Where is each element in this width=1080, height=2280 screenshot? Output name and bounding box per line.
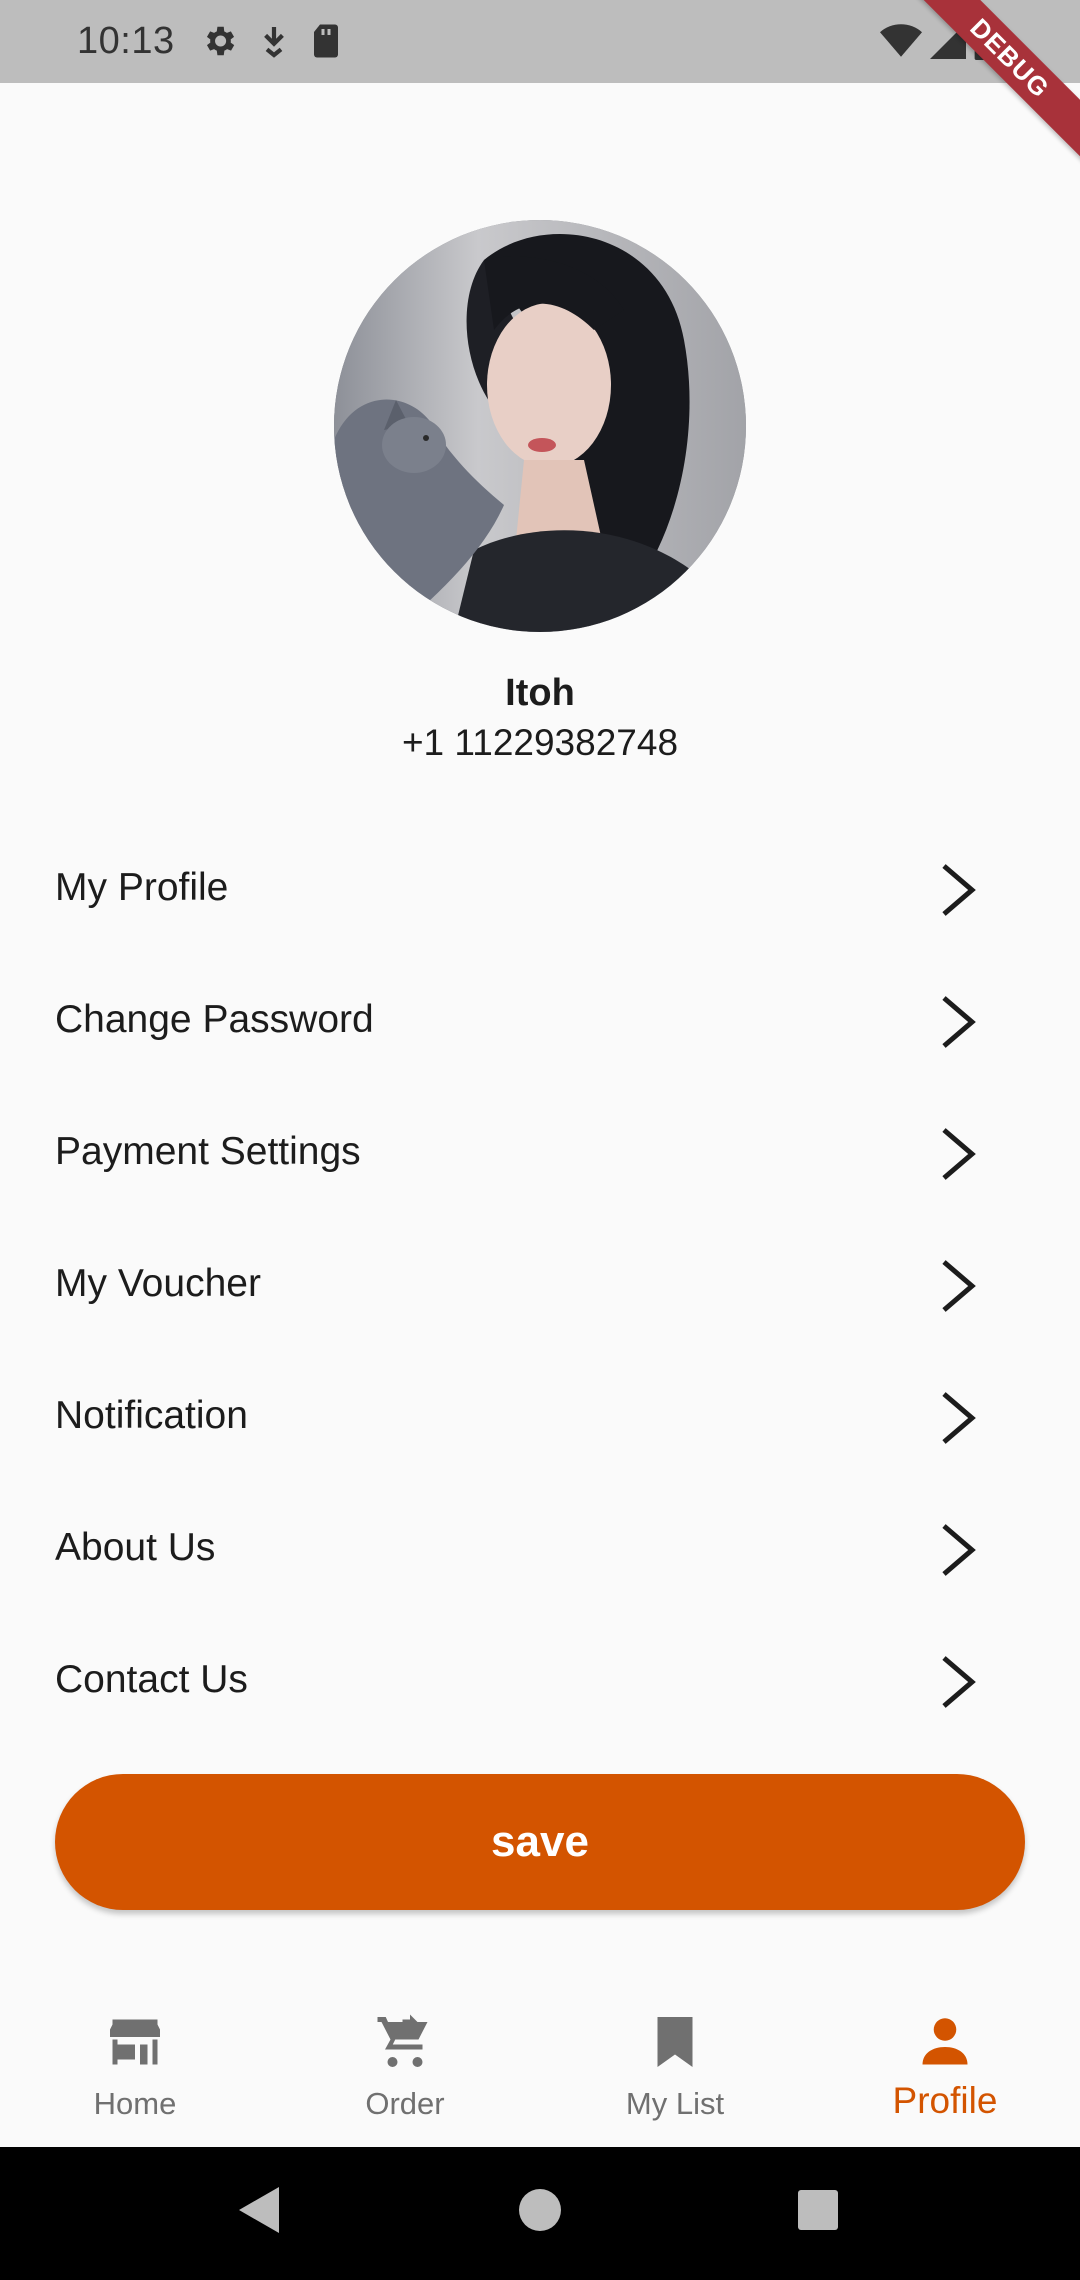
avatar-photo — [334, 220, 746, 632]
menu-item-change-password[interactable]: Change Password — [0, 954, 1080, 1086]
nav-label: Profile — [892, 2080, 998, 2121]
recents-icon[interactable] — [798, 2190, 838, 2230]
nav-label: Order — [365, 2086, 445, 2121]
status-bar: 10:13 DEBUG — [0, 0, 1080, 172]
chevron-right-icon — [942, 1260, 976, 1312]
nav-item-home[interactable]: Home — [0, 1990, 270, 2147]
menu-item-my-profile[interactable]: My Profile — [0, 822, 1080, 954]
person-icon — [922, 2018, 968, 2065]
sd-card-icon — [314, 24, 338, 58]
menu-item-payment-settings[interactable]: Payment Settings — [0, 1086, 1080, 1218]
nav-item-my-list[interactable]: My List — [540, 1990, 810, 2147]
menu-item-label: My Voucher — [55, 1262, 261, 1305]
nav-item-profile[interactable]: Profile — [810, 1990, 1080, 2147]
chevron-right-icon — [942, 996, 976, 1048]
menu-item-label: My Profile — [55, 866, 229, 909]
menu-item-my-voucher[interactable]: My Voucher — [0, 1218, 1080, 1350]
profile-screen: 10:13 DEBUG Itoh +1 11229382748 My Profi… — [0, 0, 1080, 2280]
chevron-right-icon — [942, 1128, 976, 1180]
menu-item-about-us[interactable]: About Us — [0, 1482, 1080, 1614]
wifi-icon — [880, 24, 922, 57]
bottom-nav: Home Order My List Profile — [0, 1990, 1080, 2147]
back-icon[interactable] — [235, 2185, 281, 2235]
menu-item-label: Payment Settings — [55, 1130, 361, 1173]
download-icon — [264, 27, 284, 58]
system-nav-bar — [0, 2147, 1080, 2280]
chevron-right-icon — [942, 864, 976, 916]
store-icon — [110, 2019, 160, 2065]
chevron-right-icon — [942, 1524, 976, 1576]
menu-item-notification[interactable]: Notification — [0, 1350, 1080, 1482]
menu-item-contact-us[interactable]: Contact Us — [0, 1614, 1080, 1746]
nav-label: Home — [93, 2086, 177, 2121]
avatar[interactable] — [334, 220, 746, 632]
menu-item-label: About Us — [55, 1526, 216, 1569]
menu-item-label: Contact Us — [55, 1658, 248, 1701]
profile-name: Itoh — [505, 672, 575, 714]
chevron-right-icon — [942, 1656, 976, 1708]
status-icons-left — [200, 22, 342, 60]
nav-label: My List — [625, 2086, 725, 2121]
chevron-right-icon — [942, 1392, 976, 1444]
menu-item-label: Notification — [55, 1394, 248, 1437]
cart-icon — [377, 2014, 428, 2067]
bookmark-icon — [657, 2017, 693, 2067]
save-button[interactable]: save — [55, 1774, 1025, 1910]
menu-item-label: Change Password — [55, 998, 374, 1041]
profile-menu: My Profile Change Password Payment Setti… — [0, 822, 1080, 1746]
profile-phone: +1 11229382748 — [401, 722, 679, 763]
nav-item-order[interactable]: Order — [270, 1990, 540, 2147]
status-time: 10:13 — [77, 20, 175, 62]
gear-icon — [206, 26, 235, 56]
home-system-icon[interactable] — [519, 2189, 561, 2231]
